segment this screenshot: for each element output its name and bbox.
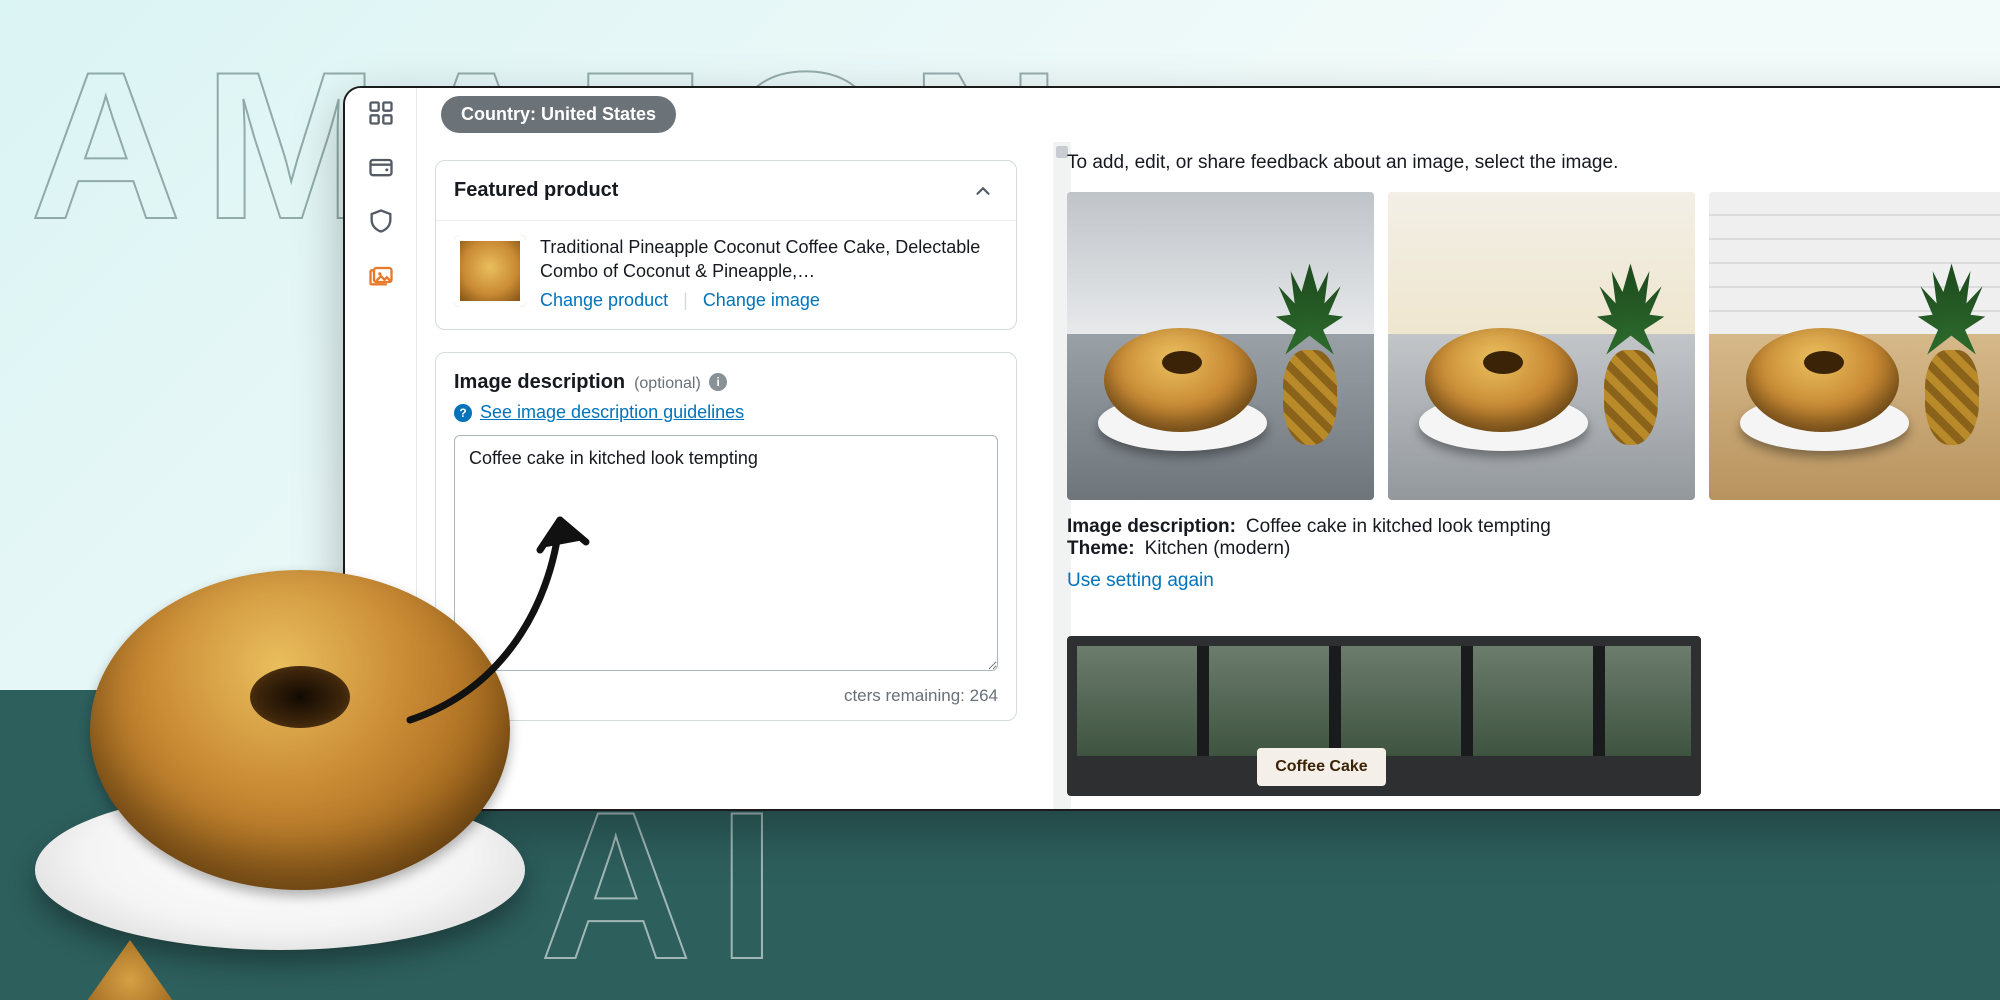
generated-image-row	[1067, 192, 2000, 500]
featured-product-card: Featured product Traditional Pineapple C…	[435, 160, 1017, 330]
remaining-value: 264	[970, 686, 998, 705]
chevron-up-icon	[972, 180, 994, 202]
change-image-link[interactable]: Change image	[703, 290, 820, 310]
product-title: Traditional Pineapple Coconut Coffee Cak…	[540, 235, 998, 284]
meta-theme-value: Kitchen (modern)	[1145, 538, 1291, 559]
app-window: Country: United States Featured product …	[343, 86, 2000, 811]
meta-desc-label: Image description:	[1067, 516, 1236, 537]
info-icon[interactable]: i	[709, 373, 727, 391]
window-header: Country: United States	[417, 88, 2000, 140]
image-description-optional-text: (optional)	[634, 375, 701, 392]
remaining-prefix: cters remaining:	[844, 686, 970, 705]
featured-product-header[interactable]: Featured product	[436, 161, 1016, 221]
product-thumbnail[interactable]	[454, 235, 526, 307]
content-area: Featured product Traditional Pineapple C…	[417, 140, 2000, 809]
guidelines-link[interactable]: See image description guidelines	[480, 402, 744, 422]
sidebar-images-icon[interactable]	[366, 260, 396, 290]
change-product-link[interactable]: Change product	[540, 290, 668, 310]
meta-desc-value: Coffee cake in kitched look tempting	[1246, 516, 1551, 537]
sidebar-shield-icon[interactable]	[366, 206, 396, 236]
instruction-text: To add, edit, or share feedback about an…	[1067, 152, 2000, 174]
result-meta: Image description: Coffee cake in kitched…	[1067, 516, 2000, 560]
country-pill[interactable]: Country: United States	[441, 96, 676, 133]
featured-product-title: Featured product	[454, 179, 618, 202]
package-label: Coffee Cake	[1257, 748, 1385, 786]
featured-product-body: Traditional Pineapple Coconut Coffee Cak…	[436, 221, 1016, 329]
meta-theme-label: Theme:	[1067, 538, 1135, 559]
country-value: United States	[541, 104, 656, 124]
link-separator: |	[683, 290, 688, 310]
hero-product-photo	[20, 560, 550, 1000]
right-pane: To add, edit, or share feedback about an…	[1033, 140, 2000, 809]
generated-image-2[interactable]	[1388, 192, 1695, 500]
generated-image-1[interactable]	[1067, 192, 1374, 500]
generated-image-3[interactable]	[1709, 192, 2000, 500]
use-setting-again-link[interactable]: Use setting again	[1067, 570, 1214, 592]
country-prefix: Country:	[461, 104, 541, 124]
image-description-label: Image description	[454, 371, 625, 393]
sidebar-dashboard-icon[interactable]	[366, 98, 396, 128]
help-icon[interactable]: ?	[454, 404, 472, 422]
generated-image-4[interactable]: Coffee Cake	[1067, 636, 1701, 796]
sidebar-wallet-icon[interactable]	[366, 152, 396, 182]
